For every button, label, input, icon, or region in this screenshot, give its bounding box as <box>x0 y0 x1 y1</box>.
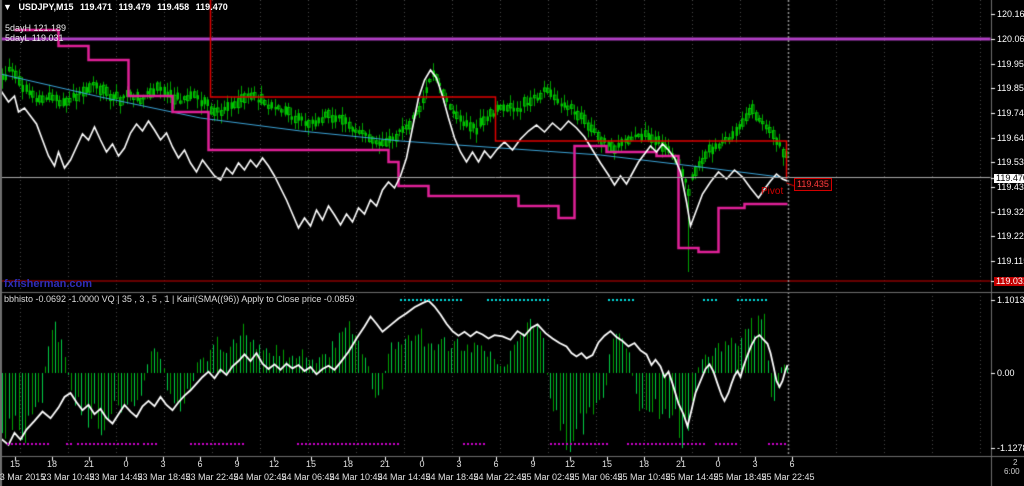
date-label: 24 Mar 10:45 <box>329 472 383 482</box>
pivot-price-tag[interactable]: 119.435 <box>794 178 832 191</box>
hour-label: 3 <box>160 459 166 469</box>
date-label: 24 Mar 14:45 <box>377 472 431 482</box>
hour-label: 6 <box>197 459 203 469</box>
date-label: 23 Mar 14:45 <box>89 472 143 482</box>
indicator-tick: -1.1278 <box>997 442 1024 453</box>
price-tick: 119.535 <box>997 157 1024 168</box>
ohlc-open: 119.471 <box>79 2 113 12</box>
price-tick: 119.955 <box>997 58 1024 69</box>
price-tick: 119.220 <box>997 231 1024 242</box>
corner-label-bottom: 6:00 <box>1004 467 1020 476</box>
hour-label: 18 <box>46 459 58 469</box>
hour-label: 9 <box>234 459 240 469</box>
pivot-line-label: Pivot <box>761 186 784 197</box>
date-label: 25 Mar 18:45 <box>713 472 767 482</box>
watermark-text: fxfisherman.com <box>4 278 93 290</box>
hour-label: 15 <box>305 459 317 469</box>
hour-label: 15 <box>9 459 21 469</box>
hour-label: 18 <box>638 459 650 469</box>
price-tick: 119.430 <box>997 182 1024 193</box>
ohlc-close: 119.470 <box>195 2 228 12</box>
five-day-low-label: 5dayL 119.031 <box>5 33 64 43</box>
date-label: 24 Mar 22:45 <box>473 472 527 482</box>
five-day-high-label: 5dayH 121.189 <box>5 23 67 33</box>
price-tick: 120.165 <box>997 9 1024 20</box>
price-tick: 119.850 <box>997 83 1024 94</box>
date-label: 24 Mar 06:45 <box>281 472 335 482</box>
price-tick: 119.115 <box>997 256 1024 267</box>
hour-label: 12 <box>268 459 280 469</box>
date-label: 24 Mar 02:45 <box>233 472 287 482</box>
hour-label: 21 <box>83 459 95 469</box>
hour-label: 0 <box>123 459 129 469</box>
hour-label: 0 <box>715 459 721 469</box>
date-label: 23 Mar 2015 <box>0 472 46 482</box>
symbol-timeframe-label: USDJPY,M15 <box>18 2 74 12</box>
symbol-bar[interactable]: ▼ USDJPY,M15 119.471 119.479 119.458 119… <box>3 3 232 12</box>
price-tick: 119.745 <box>997 107 1024 118</box>
hour-label: 18 <box>342 459 354 469</box>
date-label: 25 Mar 02:45 <box>521 472 575 482</box>
five-day-low-tick: 119.031 <box>994 276 1024 286</box>
hour-label: 3 <box>456 459 462 469</box>
date-label: 24 Mar 18:45 <box>425 472 479 482</box>
date-label: 25 Mar 14:45 <box>665 472 719 482</box>
date-label: 23 Mar 22:45 <box>185 472 239 482</box>
ohlc-low: 119.458 <box>157 2 190 12</box>
date-label: 23 Mar 10:45 <box>41 472 95 482</box>
hour-label: 12 <box>564 459 576 469</box>
chart-dropdown-icon[interactable]: ▼ <box>3 2 12 12</box>
hour-label: 9 <box>530 459 536 469</box>
chart-canvas[interactable] <box>0 0 1024 486</box>
hour-label: 0 <box>419 459 425 469</box>
indicator-header: bbhisto -0.0692 -1.0000 VQ | 35 , 3 , 5 … <box>4 294 355 304</box>
corner-label-top: 2 <box>1013 458 1018 467</box>
hour-label: 21 <box>675 459 687 469</box>
hour-label: 21 <box>379 459 391 469</box>
price-tick: 119.640 <box>997 132 1024 143</box>
hour-label: 6 <box>493 459 499 469</box>
hour-label: 3 <box>752 459 758 469</box>
price-tick: 119.325 <box>997 206 1024 217</box>
date-label: 25 Mar 06:45 <box>569 472 623 482</box>
price-tick: 120.060 <box>997 33 1024 44</box>
date-label: 25 Mar 22:45 <box>761 472 815 482</box>
date-label: 23 Mar 18:45 <box>137 472 191 482</box>
hour-label: 15 <box>601 459 613 469</box>
date-label: 25 Mar 10:45 <box>617 472 671 482</box>
indicator-tick: 0.00 <box>997 368 1015 378</box>
indicator-tick: 1.1013 <box>997 294 1024 305</box>
hour-label: 6 <box>789 459 795 469</box>
ohlc-high: 119.479 <box>118 2 151 12</box>
